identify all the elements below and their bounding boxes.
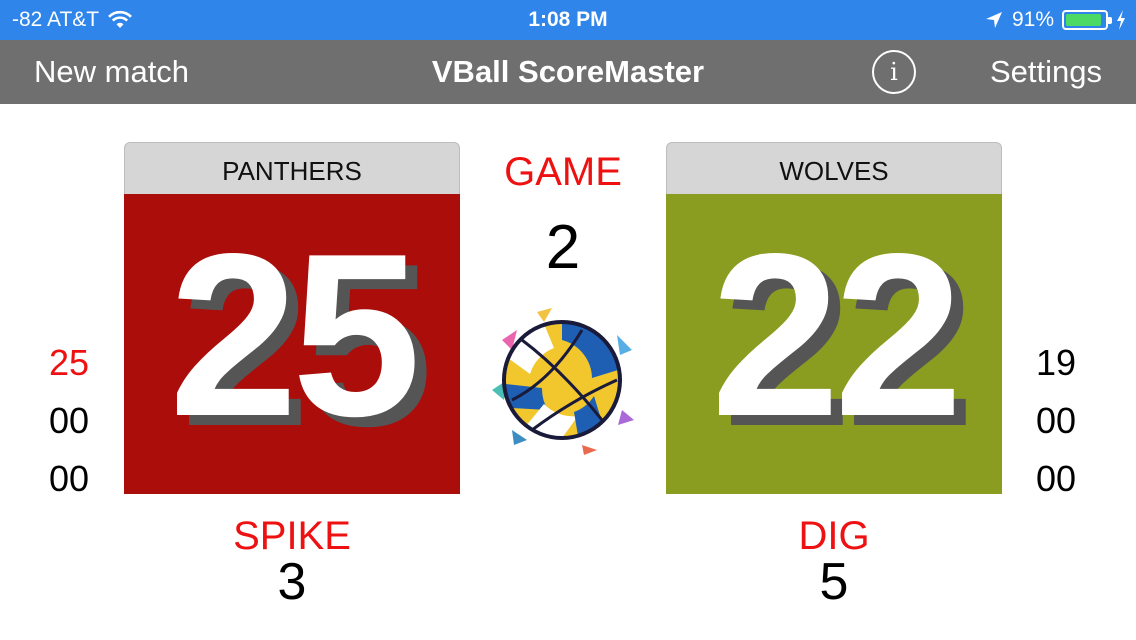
- battery-percent: 91%: [1011, 8, 1054, 31]
- status-bar: -82 AT&T 1:08 PM 91%: [0, 0, 1136, 40]
- away-score-panel[interactable]: 22: [666, 194, 1002, 494]
- away-set-scores: 19 00 00: [1021, 334, 1091, 508]
- battery-fill: [1066, 14, 1101, 26]
- away-team-name[interactable]: WOLVES: [666, 142, 1002, 194]
- away-score: 22: [710, 206, 963, 465]
- new-match-button[interactable]: New match: [34, 54, 189, 90]
- home-set-3: 00: [48, 458, 90, 499]
- away-set-1: 19: [1035, 342, 1077, 383]
- home-stat-value: 3: [277, 553, 307, 611]
- home-set-1: 25: [48, 342, 90, 383]
- home-score-panel[interactable]: 25: [124, 194, 460, 494]
- home-score: 25: [168, 206, 421, 465]
- settings-button[interactable]: Settings: [990, 54, 1102, 90]
- home-team-name[interactable]: PANTHERS: [124, 142, 460, 194]
- location-arrow-icon: [985, 12, 1002, 28]
- status-right: 91%: [984, 8, 1126, 32]
- home-set-scores: 25 00 00: [34, 334, 104, 508]
- battery-icon: [1062, 10, 1112, 30]
- bolt-icon: [1117, 10, 1125, 30]
- away-team-card[interactable]: WOLVES 22: [666, 142, 1002, 494]
- away-stat-value: 5: [819, 553, 849, 611]
- info-icon[interactable]: i: [872, 50, 916, 94]
- away-set-2: 00: [1035, 400, 1077, 441]
- volleyball-icon: [492, 308, 634, 455]
- game-label: GAME: [504, 150, 622, 194]
- app-screen: -82 AT&T 1:08 PM 91% New match VBall Sco…: [0, 0, 1136, 640]
- nav-bar: New match VBall ScoreMaster i Settings: [0, 40, 1136, 104]
- home-set-2: 00: [48, 400, 90, 441]
- status-time: 1:08 PM: [528, 8, 608, 31]
- game-number: 2: [545, 213, 581, 282]
- home-team-card[interactable]: PANTHERS 25: [124, 142, 460, 494]
- away-set-3: 00: [1035, 458, 1077, 499]
